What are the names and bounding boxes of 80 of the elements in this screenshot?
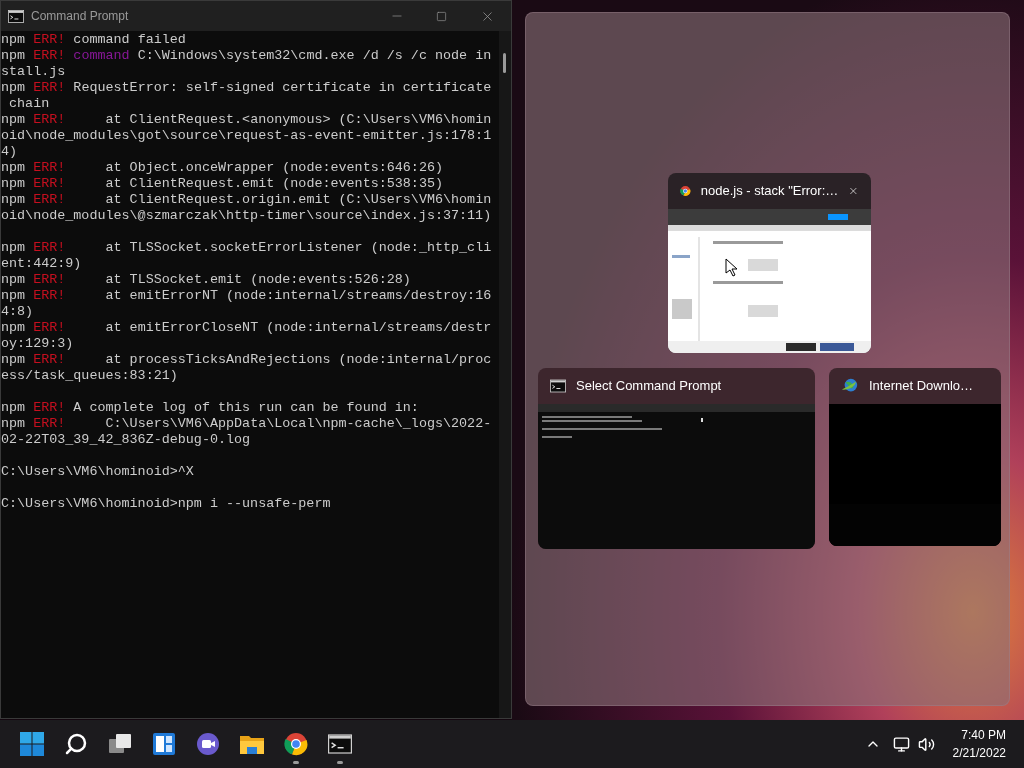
- volume-icon[interactable]: [917, 735, 935, 753]
- window-thumbnail[interactable]: Select Command Prompt: [538, 368, 815, 549]
- console-text: npm: [1, 272, 27, 287]
- console-text: at emitErrorCloseNT (node:internal/streams/destr: [104, 320, 492, 335]
- window-title: Command Prompt: [31, 8, 130, 25]
- error-label: ERR!: [33, 176, 66, 191]
- console-text: npm: [1, 80, 27, 95]
- error-label: ERR!: [33, 240, 66, 255]
- error-label: ERR!: [33, 288, 66, 303]
- console-text: ess/task_queues:83:21): [1, 368, 178, 383]
- console-text: npm: [1, 160, 27, 175]
- network-icon[interactable]: [892, 735, 910, 753]
- console-text: npm: [1, 192, 27, 207]
- console-icon: [328, 734, 352, 754]
- console-text: at ClientRequest.emit (node:events:538:35): [104, 176, 443, 191]
- console-text: chain: [8, 96, 50, 111]
- console-text: 02-22T03_39_42_836Z-debug-0.log: [1, 432, 251, 447]
- console-text: C:\Users\VM6\AppData\Local\npm-cache\_logs\2022-: [104, 416, 492, 431]
- maximize-icon[interactable]: [436, 10, 447, 22]
- overlapping-windows-icon[interactable]: [108, 732, 132, 756]
- console-text: at Object.onceWrapper (node:events:646:26): [104, 160, 443, 175]
- window-thumbnail[interactable]: node.js - stack "Error:…: [668, 173, 871, 353]
- console-text: command failed: [72, 32, 186, 47]
- console-text: at TLSSocket.socketErrorListener (node:_http_cli: [104, 240, 492, 255]
- console-text: ent:442:9): [1, 256, 82, 271]
- console-text: at ClientRequest.<anonymous> (C:\Users\VM6\homin: [104, 112, 492, 127]
- video-chat-icon[interactable]: [196, 732, 220, 756]
- widgets-icon[interactable]: [152, 732, 176, 756]
- console-text: C:\Windows\system32\cmd.exe /d /s /c node in: [136, 48, 492, 63]
- error-label: ERR!: [33, 112, 66, 127]
- console-text: at TLSSocket.emit (node:events:526:28): [104, 272, 411, 287]
- console-text: at emitErrorNT (node:internal/streams/destroy:16: [104, 288, 492, 303]
- console-text: npm: [1, 176, 27, 191]
- folder-icon[interactable]: [239, 733, 265, 755]
- keyword-text: command: [73, 48, 130, 63]
- error-label: ERR!: [33, 352, 66, 367]
- search-icon[interactable]: [64, 732, 88, 756]
- error-label: ERR!: [33, 416, 66, 431]
- error-label: ERR!: [33, 320, 66, 335]
- console-text: A complete log of this run can be found in:: [72, 400, 419, 415]
- console-text: C:\Users\VM6\hominoid>^X: [1, 464, 194, 479]
- browser-icon: [680, 183, 691, 199]
- window-thumbnail[interactable]: Internet Downlo…: [829, 368, 1001, 546]
- console-text: C:\Users\VM6\hominoid>npm i --unsafe-perm: [1, 496, 331, 511]
- console-text: oid\node_modules\got\source\request-as-event-emitter.js:178:1: [1, 128, 492, 143]
- console-icon: [550, 379, 566, 393]
- console-text: oid\node_modules\@szmarczak\http-timer\source\index.js:37:11): [1, 208, 492, 223]
- console-text: npm: [1, 112, 27, 127]
- console-text: npm: [1, 240, 27, 255]
- console-icon: [8, 9, 24, 23]
- console-text: 4): [1, 144, 18, 159]
- console-text: oy:129:3): [1, 336, 74, 351]
- window-title: node.js - stack "Error:…: [700, 182, 839, 201]
- console-text: npm: [1, 320, 27, 335]
- error-label: ERR!: [33, 80, 66, 95]
- console-text: npm: [1, 352, 27, 367]
- error-label: ERR!: [33, 160, 66, 175]
- error-label: ERR!: [33, 272, 66, 287]
- error-label: ERR!: [33, 192, 66, 207]
- window-title: Internet Downlo…: [869, 377, 975, 396]
- browser-icon: [284, 732, 308, 756]
- console-text: npm: [1, 400, 27, 415]
- console-text: npm: [1, 32, 27, 47]
- console-text: at processTicksAndRejections (node:internal/proc: [104, 352, 492, 367]
- clock-date: 2/21/2022: [952, 745, 1006, 762]
- error-label: ERR!: [33, 400, 66, 415]
- error-label: ERR!: [33, 32, 66, 47]
- console-text: 4:8): [1, 304, 34, 319]
- console-text: npm: [1, 288, 27, 303]
- console-text: RequestError: self-signed certificate in certificate: [72, 80, 492, 95]
- clock[interactable]: 7:40 PM 2/21/2022: [952, 726, 1006, 762]
- clock-time: 7:40 PM: [961, 727, 1006, 744]
- console-text: at ClientRequest.origin.emit (C:\Users\VM6\homin: [104, 192, 492, 207]
- window-title: Select Command Prompt: [576, 377, 723, 396]
- console-text: npm: [1, 416, 27, 431]
- windows-logo-icon[interactable]: [20, 732, 44, 756]
- scrollbar[interactable]: [499, 31, 511, 718]
- console-text: stall.js: [1, 64, 66, 79]
- console-text: npm: [1, 48, 27, 63]
- error-label: ERR!: [33, 48, 67, 63]
